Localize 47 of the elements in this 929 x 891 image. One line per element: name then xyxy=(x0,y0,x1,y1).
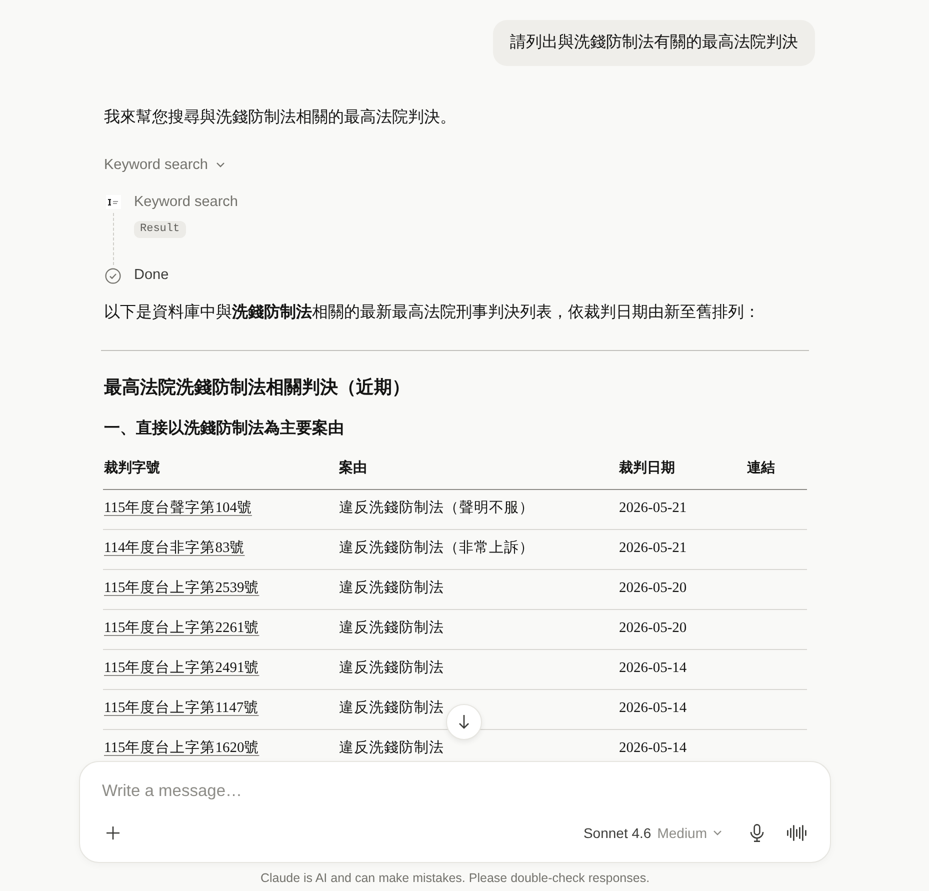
arrow-down-icon xyxy=(458,714,470,730)
judgment-date-text: 2026-05-21 xyxy=(619,541,687,556)
case-number-link[interactable]: 115年度台上字第2491號 xyxy=(104,660,260,677)
judgment-date-text: 2026-05-20 xyxy=(619,621,687,636)
judgment-date-text: 2026-05-21 xyxy=(619,501,687,516)
model-selector[interactable]: Sonnet 4.6 Medium xyxy=(583,820,722,846)
subsection-heading: 一、直接以洗錢防制法為主要案由 xyxy=(104,418,345,439)
case-cause-text: 違反洗錢防制法（非常上訴） xyxy=(339,541,534,556)
microphone-button[interactable] xyxy=(748,822,766,844)
case-number-link[interactable]: 115年度台上字第1147號 xyxy=(104,700,259,717)
tool-group-toggle[interactable]: Keyword search xyxy=(104,155,225,175)
case-cause-text: 違反洗錢防制法 xyxy=(339,621,444,636)
assistant-text: 以下是資料庫中與洗錢防制法相關的最新最高法院刑事判決列表，依裁判日期由新至舊排列： xyxy=(104,302,761,323)
case-number-link[interactable]: 115年度台上字第2539號 xyxy=(104,580,260,597)
column-header: 案由 xyxy=(338,447,618,489)
judgment-date-text: 2026-05-14 xyxy=(619,661,687,676)
assistant-text: 我來幫您搜尋與洗錢防制法相關的最高法院判決。 xyxy=(104,108,457,128)
judgment-date-text: 2026-05-20 xyxy=(619,581,687,596)
case-cause-text: 違反洗錢防制法 xyxy=(339,701,444,716)
scroll-down-button[interactable] xyxy=(446,704,482,740)
chevron-down-icon xyxy=(713,830,722,836)
message-input[interactable]: Write a message… xyxy=(102,779,808,803)
column-header: 連結 xyxy=(746,447,807,489)
step-title: Done xyxy=(134,266,169,285)
case-number-link[interactable]: 115年度台聲字第104號 xyxy=(104,500,252,517)
case-cause-text: 違反洗錢防制法 xyxy=(339,581,444,596)
judgment-date-text: 2026-05-14 xyxy=(619,701,687,716)
case-cause-text: 違反洗錢防制法 xyxy=(339,741,444,756)
microphone-icon xyxy=(750,824,764,842)
column-header: 裁判字號 xyxy=(103,447,338,489)
case-number-link[interactable]: 115年度台上字第2261號 xyxy=(104,620,260,637)
plus-icon xyxy=(106,826,120,840)
voice-mode-button[interactable] xyxy=(786,822,808,844)
disclaimer-text: Claude is AI and can make mistakes. Please double-check responses. xyxy=(259,870,651,887)
check-circle-icon xyxy=(105,268,121,284)
judgment-date-text: 2026-05-14 xyxy=(619,741,687,756)
case-number-link[interactable]: 115年度台上字第1620號 xyxy=(104,740,260,757)
case-number-link[interactable]: 114年度台非字第83號 xyxy=(104,540,245,557)
favicon-icon xyxy=(106,195,120,209)
case-cause-text: 違反洗錢防制法（聲明不服） xyxy=(339,501,534,516)
user-message-bubble: 請列出與洗錢防制法有關的最高法院判決 xyxy=(493,20,815,66)
section-heading: 最高法院洗錢防制法相關判決（近期） xyxy=(104,376,411,399)
case-cause-text: 違反洗錢防制法 xyxy=(339,661,444,676)
column-header: 裁判日期 xyxy=(618,447,746,489)
waveform-icon xyxy=(787,825,807,841)
result-badge: Result xyxy=(134,221,186,238)
step-title: Keyword search xyxy=(134,193,238,212)
